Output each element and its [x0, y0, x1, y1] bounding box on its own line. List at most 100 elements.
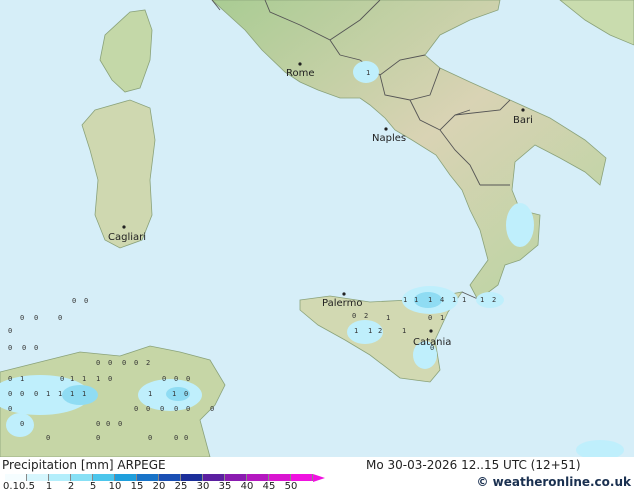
precip-value: 0 — [162, 375, 166, 383]
legend-swatch — [5, 474, 27, 481]
legend-swatch — [93, 474, 115, 481]
legend-tick-label: 0.1 — [3, 481, 19, 492]
precip-value: 0 — [8, 405, 12, 413]
precip-value: 0 — [428, 314, 432, 322]
city-label-catania: Catania — [413, 337, 451, 348]
legend-tick-label: 1 — [45, 481, 53, 492]
precip-value: 0 — [146, 405, 150, 413]
legend-swatch — [159, 474, 181, 481]
precip-value: 1 — [46, 390, 50, 398]
legend-swatch — [71, 474, 93, 481]
legend-tick-label: 15 — [130, 481, 144, 492]
precip-value: 1 — [480, 296, 484, 304]
precip-value: 1 — [58, 390, 62, 398]
legend-tick-label: 30 — [196, 481, 210, 492]
precip-value: 0 — [108, 359, 112, 367]
legend-swatch — [269, 474, 291, 481]
precip-value: 0 — [46, 434, 50, 442]
precip-value: 0 — [174, 405, 178, 413]
city-label-bari: Bari — [513, 115, 533, 126]
precip-value: 1 — [366, 69, 370, 77]
precip-value: 0 — [122, 359, 126, 367]
precip-value: 0 — [160, 405, 164, 413]
legend-swatch — [225, 474, 247, 481]
precip-value: 0 — [174, 375, 178, 383]
legend-swatch — [137, 474, 159, 481]
precip-value: 0 — [20, 420, 24, 428]
precip-value: 0 — [84, 297, 88, 305]
city-label-naples: Naples — [372, 133, 406, 144]
precip-value: 0 — [186, 405, 190, 413]
precip-value: 0 — [22, 344, 26, 352]
precip-value: 0 — [58, 314, 62, 322]
precip-value: 1 — [354, 327, 358, 335]
legend-swatch — [291, 474, 313, 481]
precip-value: 0 — [8, 344, 12, 352]
precip-value: 1 — [70, 375, 74, 383]
precip-value: 1 — [172, 390, 176, 398]
precip-value: 1 — [428, 296, 432, 304]
precip-value: 0 — [60, 375, 64, 383]
legend-swatch — [115, 474, 137, 481]
legend-tick-label: 35 — [218, 481, 232, 492]
precip-value: 0 — [8, 327, 12, 335]
precip-value: 0 — [96, 434, 100, 442]
precip-value: 0 — [134, 359, 138, 367]
legend-swatch — [27, 474, 49, 481]
precip-value: 1 — [462, 296, 466, 304]
precip-value: 0 — [96, 420, 100, 428]
legend-tick-label: 5 — [89, 481, 97, 492]
precip-value: 1 — [82, 375, 86, 383]
precip-value: 0 — [118, 420, 122, 428]
precip-value: 0 — [186, 375, 190, 383]
precip-value: 2 — [146, 359, 150, 367]
precip-value: 1 — [403, 296, 407, 304]
precip-value: 1 — [148, 390, 152, 398]
precip-value: 2 — [378, 327, 382, 335]
precip-value: 0 — [8, 390, 12, 398]
precip-value: 0 — [72, 297, 76, 305]
precip-value: 1 — [402, 327, 406, 335]
precip-value: 1 — [70, 390, 74, 398]
precip-value: 1 — [82, 390, 86, 398]
precip-value: 0 — [108, 375, 112, 383]
precip-value: 1 — [386, 314, 390, 322]
legend-tick-label: 10 — [108, 481, 122, 492]
precip-value: 1 — [20, 375, 24, 383]
precip-value: 4 — [440, 296, 444, 304]
city-label-palermo: Palermo — [322, 298, 362, 309]
precip-value: 0 — [174, 434, 178, 442]
map-canvas: 0 00 0 000 0 011 1 1 4 1 1 1 21 0 11 1 2 100 20 0 0 0 20 1 0 1 1 1 0… — [0, 0, 634, 460]
precip-value: 0 — [106, 420, 110, 428]
precip-value: 0 — [34, 390, 38, 398]
legend-swatch — [49, 474, 71, 481]
precip-value: 0 — [20, 390, 24, 398]
precip-value: 0 — [210, 405, 214, 413]
legend-tick-label: 40 — [240, 481, 254, 492]
city-label-rome: Rome — [286, 68, 315, 79]
city-label-cagliari: Cagliari — [108, 232, 146, 243]
precip-value: 0 — [34, 314, 38, 322]
precip-value: 0 — [134, 405, 138, 413]
precip-value: 0 — [34, 344, 38, 352]
legend-tick-label: 20 — [152, 481, 166, 492]
precip-value: 0 — [352, 312, 356, 320]
legend-tick-label: 50 — [284, 481, 298, 492]
precip-value: 1 — [368, 327, 372, 335]
precip-value: 0 — [148, 434, 152, 442]
precip-value: 0 — [96, 359, 100, 367]
precip-value: 0 — [8, 375, 12, 383]
precip-value: 2 — [492, 296, 496, 304]
legend-swatch — [181, 474, 203, 481]
legend-tick-label: 0.5 — [19, 481, 35, 492]
precip-value: 0 — [184, 390, 188, 398]
precip-value: 1 — [96, 375, 100, 383]
legend-tick-label: 45 — [262, 481, 276, 492]
legend-title: Precipitation [mm] ARPEGE — [2, 458, 166, 472]
precip-value: 1 — [440, 314, 444, 322]
copyright-text: © weatheronline.co.uk — [476, 475, 631, 489]
precip-value: 1 — [414, 296, 418, 304]
forecast-datetime: Mo 30-03-2026 12..15 UTC (12+51) — [366, 458, 581, 472]
legend-tick-label: 2 — [67, 481, 75, 492]
precip-value: 0 — [20, 314, 24, 322]
